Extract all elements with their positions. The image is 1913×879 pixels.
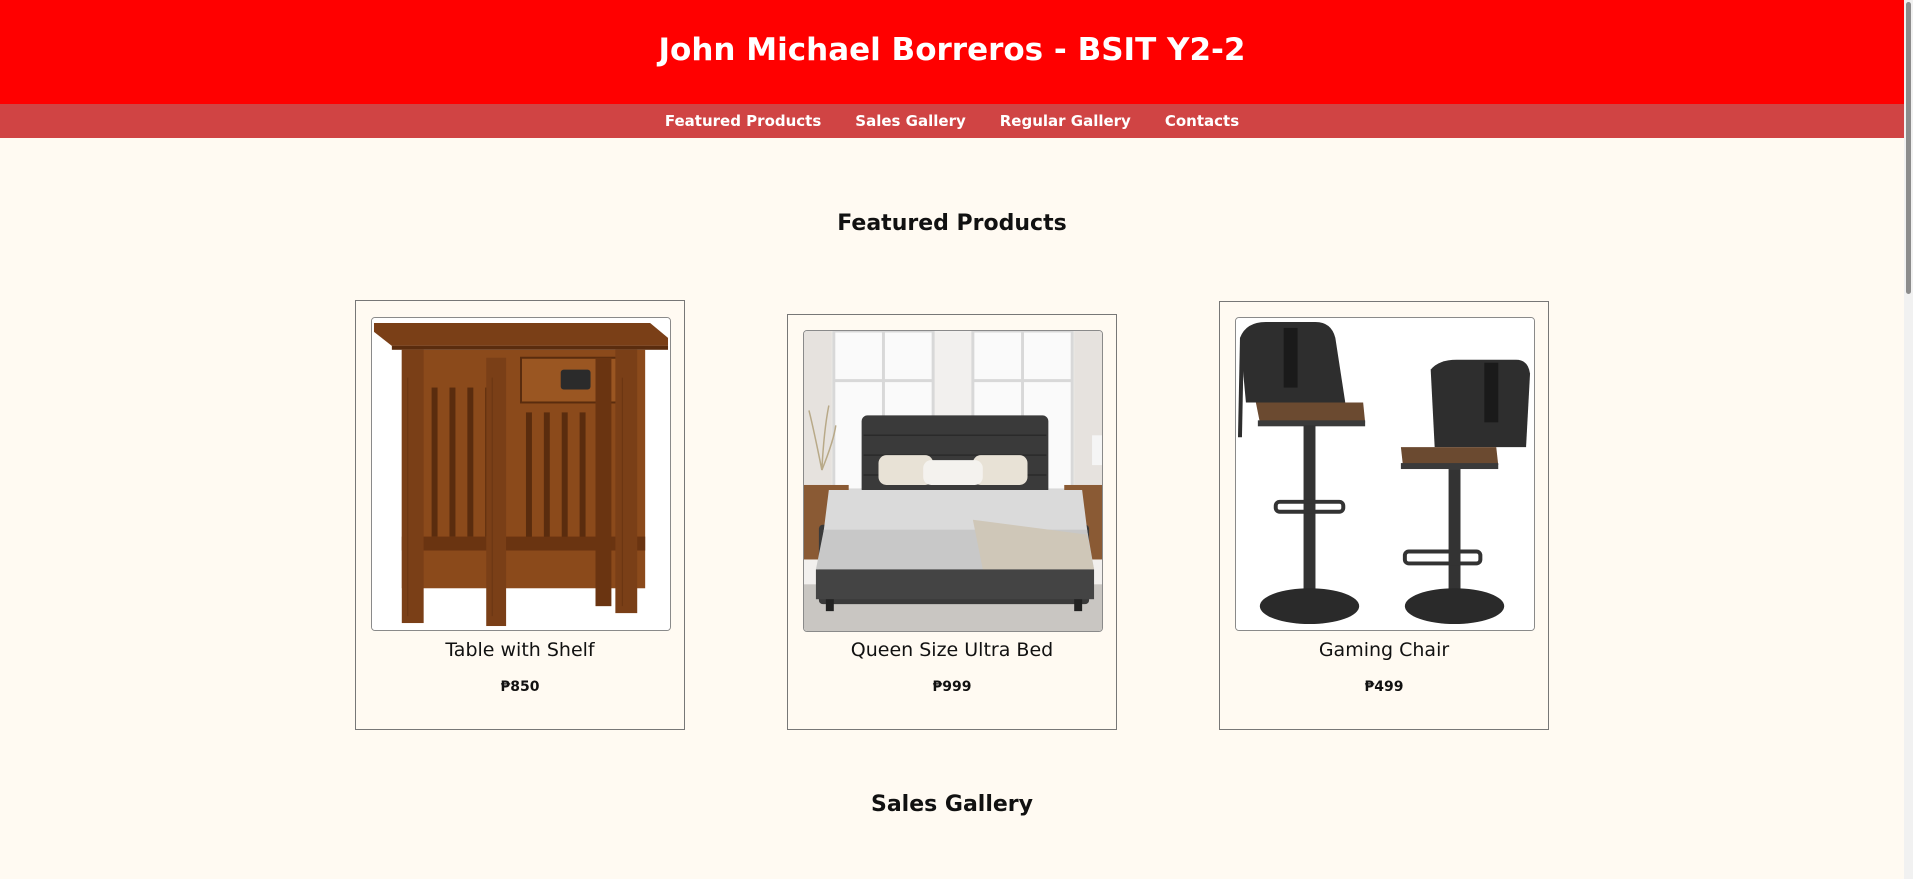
product-card-bed: Queen Size Ultra Bed ₱999 [787, 314, 1117, 730]
sales-gallery-heading: Sales Gallery [870, 792, 1033, 817]
product-price: ₱850 [500, 679, 540, 695]
page: John Michael Borreros - BSIT Y2-2 Featur… [0, 0, 1913, 879]
site-header: John Michael Borreros - BSIT Y2-2 [0, 0, 1904, 104]
product-name: Gaming Chair [1318, 639, 1450, 661]
product-name: Table with Shelf [445, 639, 595, 661]
product-card-gaming-chair: Gaming Chair ₱499 [1219, 301, 1549, 730]
nav-contacts[interactable]: Contacts [1165, 112, 1239, 130]
nav-featured-products[interactable]: Featured Products [665, 112, 821, 130]
site-title: John Michael Borreros - BSIT Y2-2 [658, 32, 1246, 68]
product-card-table: Table with Shelf ₱850 [355, 300, 685, 730]
product-price: ₱499 [1364, 679, 1404, 695]
wooden-side-table-image [371, 317, 671, 631]
product-price: ₱999 [932, 679, 972, 695]
bar-stool-chairs-image [1235, 317, 1535, 631]
scrollbar-thumb[interactable] [1906, 2, 1911, 294]
product-name: Queen Size Ultra Bed [850, 639, 1054, 661]
upholstered-bed-image [803, 330, 1103, 632]
nav-regular-gallery[interactable]: Regular Gallery [1000, 112, 1131, 130]
page-scrollbar[interactable] [1904, 0, 1913, 879]
featured-products-heading: Featured Products [837, 211, 1067, 236]
nav-sales-gallery[interactable]: Sales Gallery [855, 112, 965, 130]
main-nav: Featured Products Sales Gallery Regular … [0, 104, 1904, 138]
